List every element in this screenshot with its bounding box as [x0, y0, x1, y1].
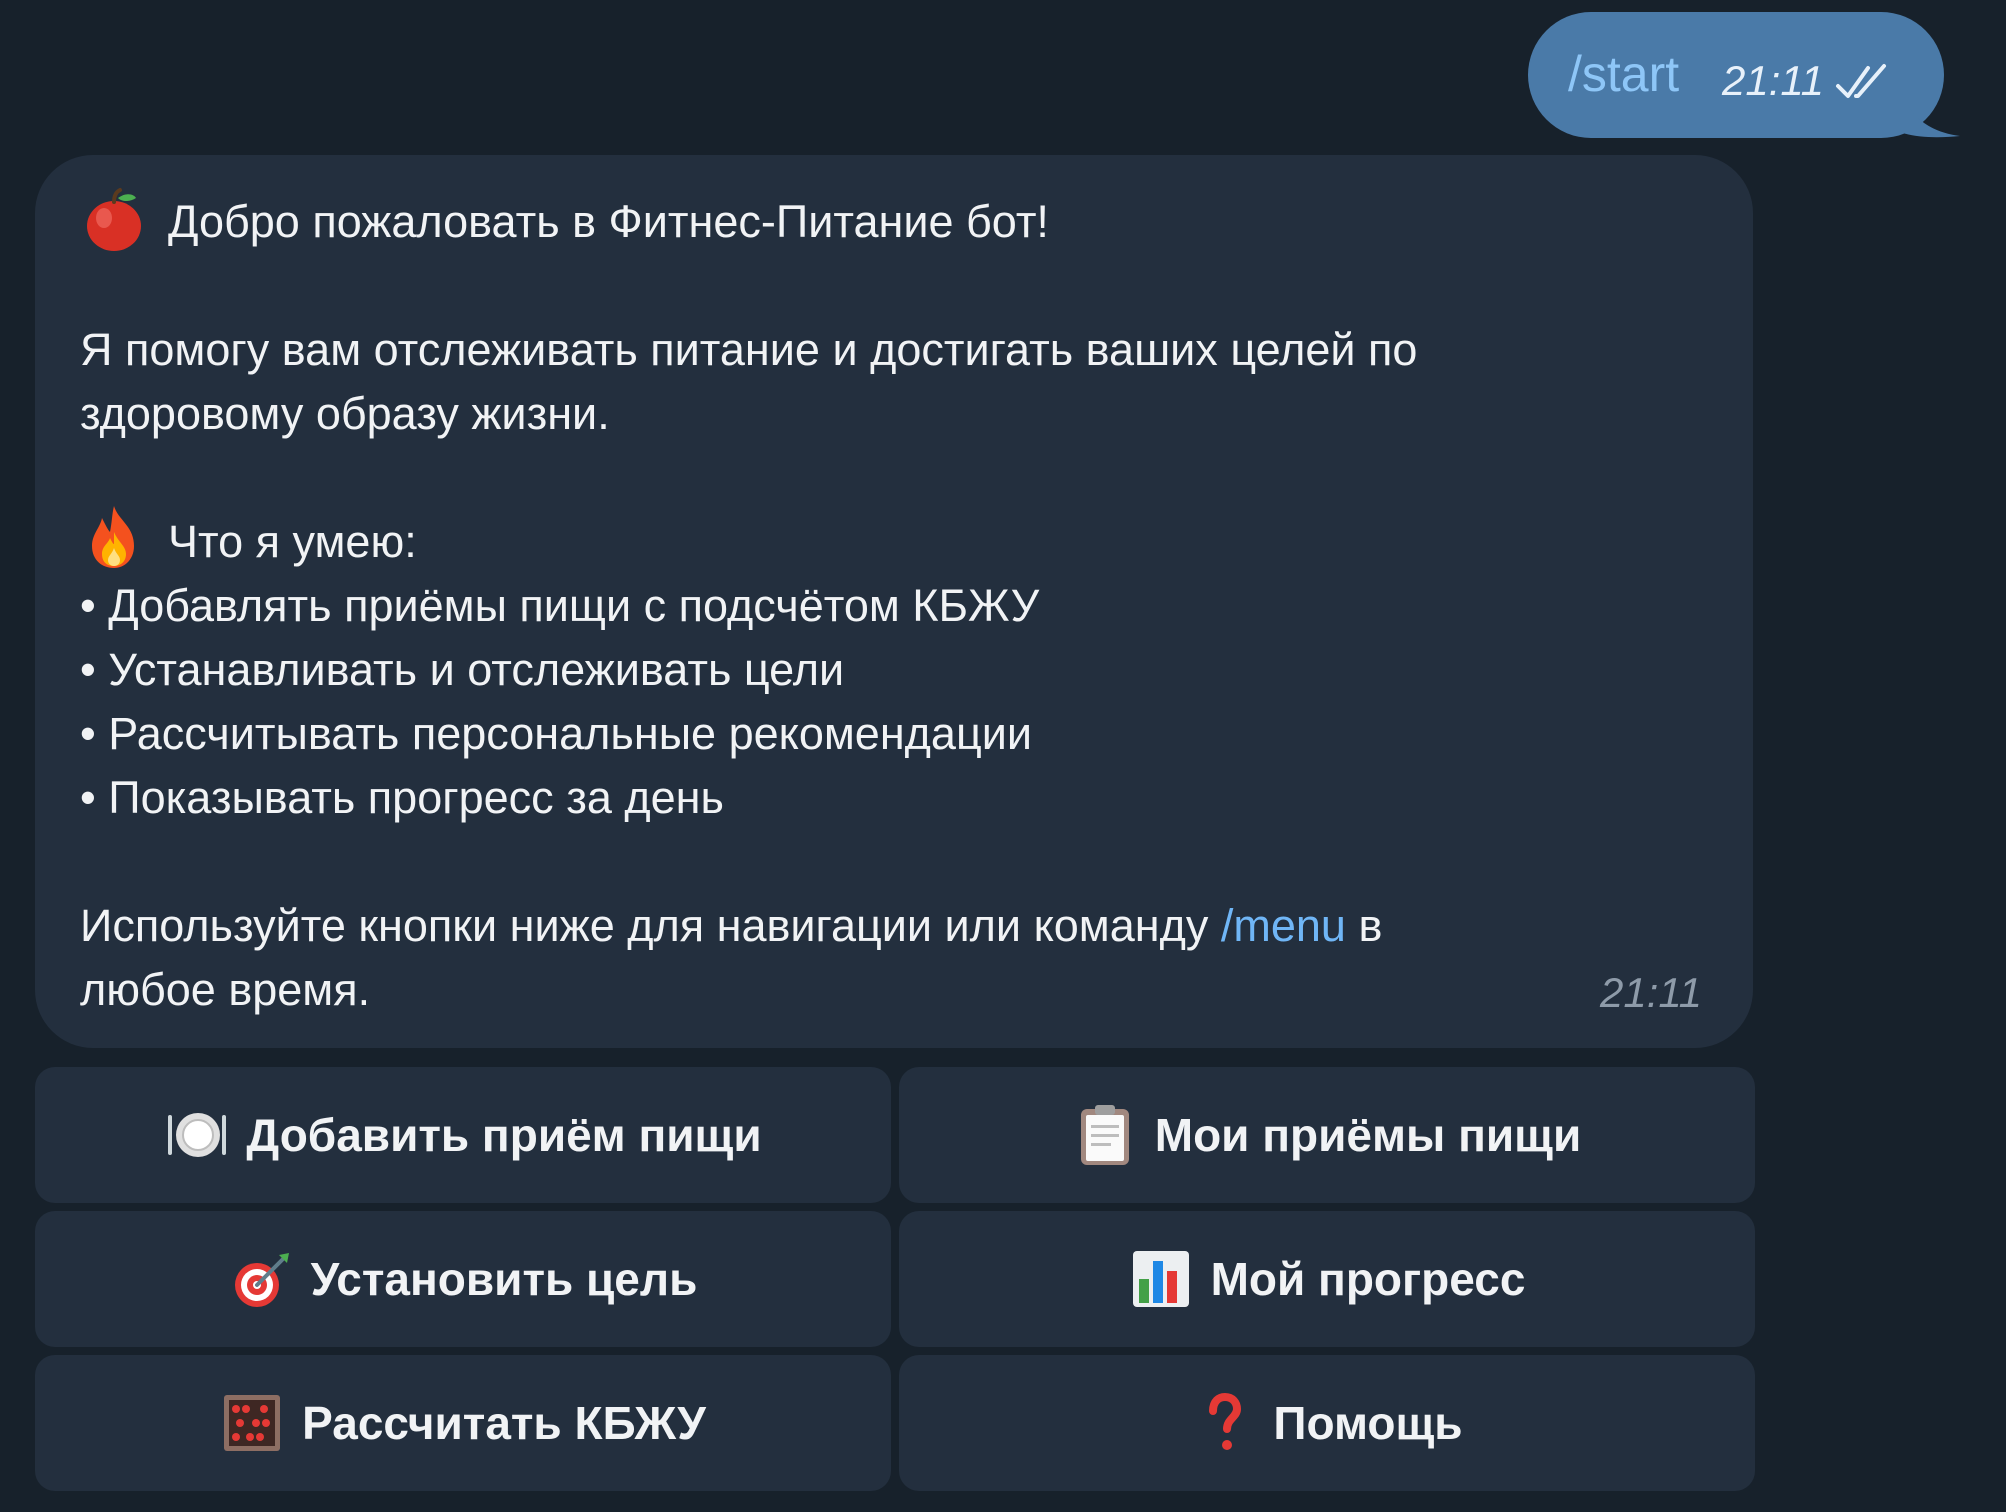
features-heading: Что я умею:	[168, 516, 417, 567]
fire-icon	[92, 506, 134, 568]
add-meal-button-label: Добавить приём пищи	[246, 1109, 762, 1161]
menu-command-link[interactable]: /menu	[1221, 900, 1346, 951]
feature-item-3: • Рассчитывать персональные рекомендации	[80, 708, 1033, 759]
red-apple-icon	[87, 188, 141, 251]
my-progress-button[interactable]: Мой прогресс	[899, 1211, 1755, 1347]
plate-icon	[168, 1113, 227, 1157]
double-check-icon	[1836, 64, 1886, 98]
my-progress-button-label: Мой прогресс	[1210, 1253, 1526, 1305]
question-mark-icon	[1209, 1392, 1242, 1450]
abacus-icon	[224, 1395, 281, 1451]
my-meals-button[interactable]: Мои приёмы пищи	[899, 1067, 1755, 1203]
feature-item-1: • Добавлять приёмы пищи с подсчётом КБЖУ	[80, 580, 1040, 631]
outgoing-command-text[interactable]: /start	[1568, 44, 1679, 104]
outgoing-message-time: 21:11	[1722, 57, 1824, 104]
clipboard-icon	[1080, 1105, 1129, 1165]
feature-item-4: • Показывать прогресс за день	[80, 772, 724, 823]
outgoing-bubble-tail	[1900, 88, 1960, 138]
welcome-text: Добро пожаловать в Фитнес-Питание бот!	[168, 196, 1049, 247]
help-button[interactable]: Помощь	[899, 1355, 1755, 1491]
footer-text-after: в	[1345, 900, 1383, 951]
calculate-kbju-button[interactable]: Рассчитать КБЖУ	[35, 1355, 891, 1491]
my-meals-button-label: Мои приёмы пищи	[1154, 1109, 1582, 1161]
bar-chart-icon	[1132, 1251, 1189, 1307]
calculate-kbju-button-label: Рассчитать КБЖУ	[302, 1397, 706, 1449]
intro-line-2: здоровому образу жизни.	[80, 388, 610, 439]
footer-line-1: Используйте кнопки ниже для навигации ил…	[80, 894, 1382, 958]
add-meal-button[interactable]: Добавить приём пищи	[35, 1067, 891, 1203]
help-button-label: Помощь	[1273, 1397, 1463, 1449]
footer-text-before: Используйте кнопки ниже для навигации ил…	[80, 900, 1221, 951]
set-goal-button-label: Установить цель	[310, 1253, 698, 1305]
set-goal-button[interactable]: Установить цель	[35, 1211, 891, 1347]
incoming-message-time: 21:11	[1600, 969, 1702, 1016]
feature-item-2: • Устанавливать и отслеживать цели	[80, 644, 845, 695]
target-icon	[234, 1253, 289, 1307]
intro-line-1: Я помогу вам отслеживать питание и дости…	[80, 324, 1418, 375]
footer-line-2: любое время.	[80, 964, 371, 1015]
